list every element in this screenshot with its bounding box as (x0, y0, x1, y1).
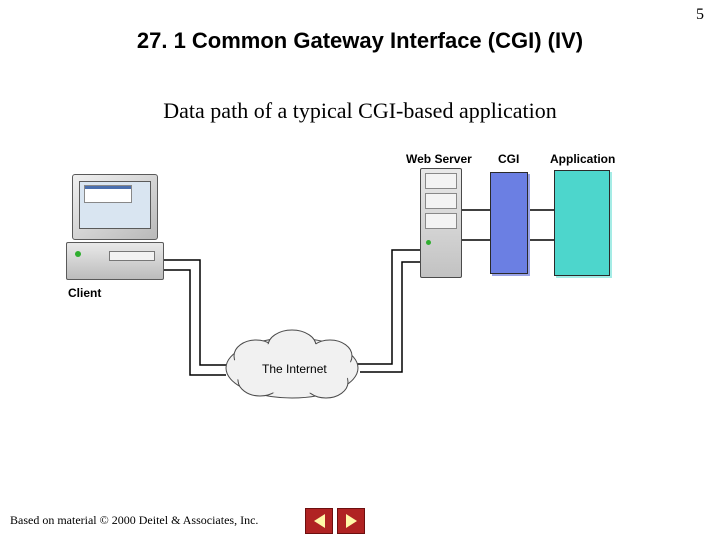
nav-buttons (305, 508, 365, 534)
cgi-data-path-diagram: Client The Internet Web Server CGI Appli… (60, 150, 660, 420)
arrow-left-icon (314, 514, 325, 528)
slide-number: 5 (696, 6, 704, 24)
application-box-icon (554, 170, 610, 276)
internet-label: The Internet (262, 362, 327, 376)
web-server-icon (420, 168, 462, 278)
next-slide-button[interactable] (337, 508, 365, 534)
slide-title: 27. 1 Common Gateway Interface (CGI) (IV… (0, 28, 720, 54)
application-label: Application (550, 152, 615, 166)
footer-credit: Based on material © 2000 Deitel & Associ… (10, 513, 258, 528)
web-server-label: Web Server (406, 152, 472, 166)
client-monitor-icon (72, 174, 158, 240)
arrow-right-icon (346, 514, 357, 528)
client-label: Client (68, 286, 101, 300)
cgi-box-icon (490, 172, 528, 274)
client-computer-icon (66, 242, 164, 280)
slide-subtitle: Data path of a typical CGI-based applica… (0, 98, 720, 124)
cgi-label: CGI (498, 152, 519, 166)
prev-slide-button[interactable] (305, 508, 333, 534)
